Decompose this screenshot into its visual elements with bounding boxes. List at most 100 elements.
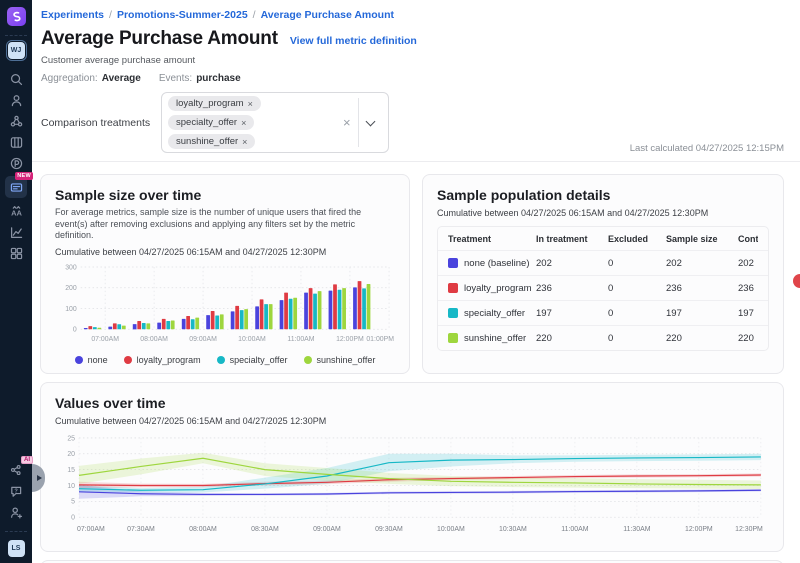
- product-analytics-icon[interactable]: [5, 153, 27, 173]
- clear-all-icon[interactable]: ×: [336, 115, 358, 130]
- population-cumulative: Cumulative between 04/27/2025 06:15AM an…: [437, 208, 769, 218]
- svg-text:01:00PM: 01:00PM: [366, 336, 394, 343]
- view-metric-definition-link[interactable]: View full metric definition: [290, 35, 417, 47]
- svg-text:11:30AM: 11:30AM: [623, 526, 650, 533]
- svg-text:10:00AM: 10:00AM: [437, 526, 465, 533]
- breadcrumb-separator: /: [109, 9, 112, 21]
- values-title: Values over time: [55, 395, 769, 411]
- aggregation-label: Aggregation:: [41, 73, 98, 84]
- breadcrumb-metric-name[interactable]: Average Purchase Amount: [261, 9, 394, 21]
- page-header: Experiments / Promotions-Summer-2025 / A…: [32, 0, 800, 162]
- new-badge: NEW: [15, 172, 33, 180]
- sidebar: WJ NEW AA AI: [0, 0, 32, 563]
- population-table: Treatment In treatment Excluded Sample s…: [437, 226, 769, 351]
- legend-item: sunshine_offer: [304, 355, 376, 365]
- remove-chip-icon[interactable]: ×: [241, 118, 246, 128]
- svg-text:20: 20: [67, 451, 75, 458]
- breadcrumb: Experiments / Promotions-Summer-2025 / A…: [41, 9, 784, 21]
- sample-size-bar-chart[interactable]: 010020030007:00AM08:00AM09:00AM10:00AM11…: [55, 262, 395, 353]
- legend-item: loyalty_program: [124, 355, 201, 365]
- page-title: Average Purchase Amount: [41, 28, 278, 50]
- population-title: Sample population details: [437, 187, 769, 203]
- svg-text:12:00PM: 12:00PM: [685, 526, 713, 533]
- svg-text:100: 100: [65, 306, 77, 313]
- svg-text:08:00AM: 08:00AM: [140, 336, 168, 343]
- statsig-logo-icon[interactable]: [7, 7, 26, 26]
- sample-population-card: Sample population details Cumulative bet…: [422, 174, 784, 374]
- content-area: Sample size over time For average metric…: [32, 162, 800, 563]
- svg-text:15: 15: [67, 467, 75, 474]
- series-color-swatch: [448, 333, 458, 343]
- remove-chip-icon[interactable]: ×: [248, 99, 253, 109]
- table-row[interactable]: none (baseline) 202 0 202 202: [438, 250, 768, 275]
- table-row[interactable]: loyalty_program 236 0 236 236: [438, 275, 768, 300]
- svg-text:07:00AM: 07:00AM: [91, 336, 119, 343]
- svg-text:10:00AM: 10:00AM: [238, 336, 266, 343]
- treatment-chip[interactable]: sunshine_offer×: [168, 134, 255, 149]
- svg-text:08:00AM: 08:00AM: [189, 526, 217, 533]
- svg-text:12:30PM: 12:30PM: [735, 526, 763, 533]
- sidebar-divider: [5, 531, 27, 532]
- svg-text:200: 200: [65, 285, 77, 292]
- ai-badge: AI: [21, 456, 33, 464]
- svg-text:5: 5: [71, 499, 75, 506]
- columns-icon[interactable]: [5, 132, 27, 152]
- table-row[interactable]: sunshine_offer 220 0 220 220: [438, 325, 768, 350]
- last-calculated-text: Last calculated 04/27/2025 12:15PM: [630, 143, 784, 154]
- invite-user-icon[interactable]: [5, 502, 27, 522]
- treatment-chip[interactable]: loyalty_program×: [168, 96, 261, 111]
- svg-text:0: 0: [71, 515, 75, 522]
- main-panel: Experiments / Promotions-Summer-2025 / A…: [32, 0, 800, 563]
- breadcrumb-separator: /: [253, 9, 256, 21]
- metric-subtitle: Customer average purchase amount: [41, 55, 784, 66]
- search-icon[interactable]: [5, 69, 27, 89]
- legend-item: specialty_offer: [217, 355, 288, 365]
- sample-size-cumulative: Cumulative between 04/27/2025 06:15AM an…: [55, 247, 395, 257]
- sample-size-description: For average metrics, sample size is the …: [55, 207, 385, 242]
- legend-dot: [75, 356, 83, 364]
- legend-dot: [217, 356, 225, 364]
- ai-assistant-icon[interactable]: AI: [5, 460, 27, 480]
- app-window: WJ NEW AA AI: [0, 0, 800, 563]
- values-over-time-card: Values over time Cumulative between 04/2…: [40, 382, 784, 552]
- svg-text:AA: AA: [11, 208, 22, 217]
- segments-icon[interactable]: [5, 111, 27, 131]
- chevron-right-icon: [37, 475, 42, 481]
- users-icon[interactable]: [5, 90, 27, 110]
- svg-text:?: ?: [14, 488, 18, 494]
- workspace-avatar[interactable]: WJ: [8, 42, 25, 59]
- chevron-down-icon[interactable]: [365, 116, 375, 126]
- help-chat-icon[interactable]: ?: [5, 481, 27, 501]
- svg-text:25: 25: [67, 435, 75, 442]
- metrics-icon[interactable]: NEW: [5, 176, 27, 198]
- user-avatar[interactable]: LS: [8, 540, 25, 557]
- svg-text:09:30AM: 09:30AM: [375, 526, 403, 533]
- breadcrumb-experiments[interactable]: Experiments: [41, 9, 104, 21]
- treatments-multiselect[interactable]: loyalty_program× specialty_offer× sunshi…: [161, 92, 389, 153]
- svg-text:300: 300: [65, 264, 77, 271]
- table-header-row: Treatment In treatment Excluded Sample s…: [438, 227, 768, 250]
- series-color-swatch: [448, 283, 458, 293]
- alert-edge-tab[interactable]: [793, 274, 800, 288]
- svg-text:09:00AM: 09:00AM: [189, 336, 217, 343]
- bar-chart-legend: none loyalty_program specialty_offer sun…: [55, 355, 395, 365]
- sample-size-title: Sample size over time: [55, 187, 395, 203]
- comparison-treatments-label: Comparison treatments: [41, 117, 161, 129]
- dashboards-icon[interactable]: [5, 243, 27, 263]
- line-chart-icon[interactable]: [5, 222, 27, 242]
- table-row[interactable]: specialty_offer 197 0 197 197: [438, 300, 768, 325]
- sample-size-card: Sample size over time For average metric…: [40, 174, 410, 374]
- svg-text:0: 0: [73, 327, 77, 334]
- events-value: purchase: [196, 73, 240, 84]
- values-line-chart[interactable]: 051015202507:00AM07:30AM08:00AM08:30AM09…: [55, 430, 769, 541]
- treatment-chip[interactable]: specialty_offer×: [168, 115, 254, 130]
- series-color-swatch: [448, 258, 458, 268]
- experiments-icon[interactable]: AA: [5, 201, 27, 221]
- svg-text:07:00AM: 07:00AM: [77, 526, 105, 533]
- svg-text:08:30AM: 08:30AM: [251, 526, 279, 533]
- aggregation-row: Aggregation:Average Events:purchase: [41, 73, 784, 84]
- values-cumulative: Cumulative between 04/27/2025 06:15AM an…: [55, 416, 769, 426]
- svg-text:10:30AM: 10:30AM: [499, 526, 527, 533]
- remove-chip-icon[interactable]: ×: [242, 137, 247, 147]
- breadcrumb-experiment-name[interactable]: Promotions-Summer-2025: [117, 9, 248, 21]
